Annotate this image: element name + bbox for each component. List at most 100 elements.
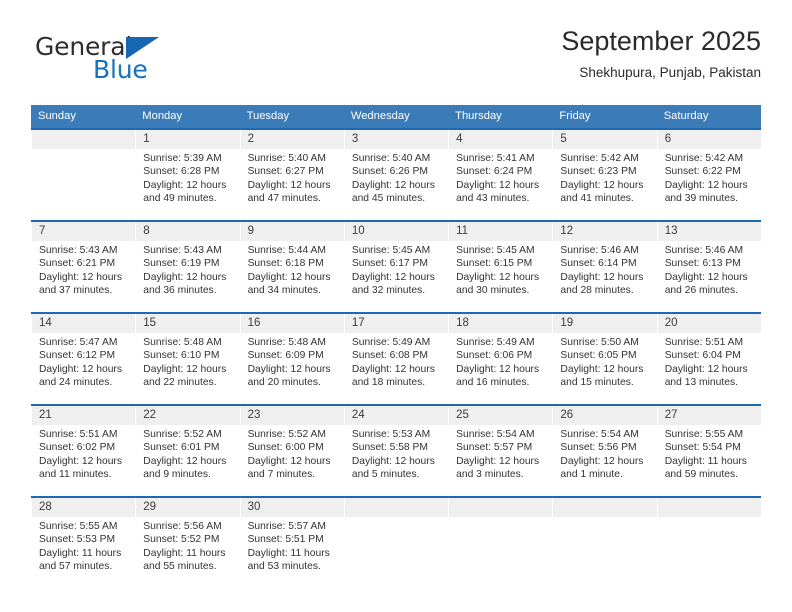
calendar-day-cell[interactable]: 10 Sunrise: 5:45 AM Sunset: 6:17 PM Dayligh… bbox=[343, 222, 449, 312]
day-cell-24[interactable]: 24 Sunrise: 5:53 AM Sunset: 5:58 PM Dayligh… bbox=[343, 406, 449, 496]
calendar-day-cell[interactable]: 2 Sunrise: 5:40 AM Sunset: 6:27 PM Daylight… bbox=[239, 130, 344, 220]
day-cell-14[interactable]: 14 Sunrise: 5:47 AM Sunset: 6:12 PM Dayligh… bbox=[31, 314, 136, 404]
day-number bbox=[553, 498, 657, 517]
calendar-day-cell[interactable]: 1 Sunrise: 5:39 AM Sunset: 6:28 PM Daylight… bbox=[135, 130, 240, 220]
calendar-day-cell[interactable]: 17 Sunrise: 5:49 AM Sunset: 6:08 PM Dayligh… bbox=[343, 314, 449, 404]
calendar-day-cell[interactable]: 9 Sunrise: 5:44 AM Sunset: 6:18 PM Daylight… bbox=[239, 222, 344, 312]
sunrise-text: Sunrise: 5:55 AM bbox=[664, 429, 744, 440]
calendar-day-cell[interactable]: 27 Sunrise: 5:55 AM Sunset: 5:54 PM Dayligh… bbox=[656, 406, 761, 496]
daylight-text-line2: and 20 minutes. bbox=[247, 377, 321, 389]
daylight-text-line1: Daylight: 11 hours bbox=[247, 547, 330, 559]
day-number: 18 bbox=[449, 314, 553, 333]
day-cell-22[interactable]: 22 Sunrise: 5:52 AM Sunset: 6:01 PM Dayligh… bbox=[135, 406, 240, 496]
calendar-week-row: 1 Sunrise: 5:39 AM Sunset: 6:28 PM Daylight… bbox=[31, 130, 761, 220]
weekday-header-friday: Friday bbox=[552, 105, 657, 128]
day-cell-25[interactable]: 25 Sunrise: 5:54 AM Sunset: 5:57 PM Dayligh… bbox=[448, 406, 553, 496]
day-cell-7[interactable]: 7 Sunrise: 5:43 AM Sunset: 6:21 PM Daylight… bbox=[31, 222, 136, 312]
day-cell-27[interactable]: 27 Sunrise: 5:55 AM Sunset: 5:54 PM Dayligh… bbox=[656, 406, 761, 496]
day-cell-18[interactable]: 18 Sunrise: 5:49 AM Sunset: 6:06 PM Dayligh… bbox=[448, 314, 553, 404]
calendar-day-cell[interactable]: 8 Sunrise: 5:43 AM Sunset: 6:19 PM Daylight… bbox=[135, 222, 240, 312]
calendar-day-cell[interactable]: 6 Sunrise: 5:42 AM Sunset: 6:22 PM Daylight… bbox=[656, 130, 761, 220]
day-cell-15[interactable]: 15 Sunrise: 5:48 AM Sunset: 6:10 PM Dayligh… bbox=[135, 314, 240, 404]
day-cell-13[interactable]: 13 Sunrise: 5:46 AM Sunset: 6:13 PM Dayligh… bbox=[656, 222, 761, 312]
day-cell-30[interactable]: 30 Sunrise: 5:57 AM Sunset: 5:51 PM Dayligh… bbox=[239, 498, 344, 588]
day-number: 1 bbox=[136, 130, 240, 149]
day-cell-28[interactable]: 28 Sunrise: 5:55 AM Sunset: 5:53 PM Dayligh… bbox=[31, 498, 136, 588]
day-cell-29[interactable]: 29 Sunrise: 5:56 AM Sunset: 5:52 PM Dayligh… bbox=[135, 498, 240, 588]
day-cell-empty bbox=[552, 498, 657, 588]
daylight-text-line1: Daylight: 12 hours bbox=[247, 363, 331, 375]
day-cell-empty bbox=[31, 130, 136, 220]
day-cell-5[interactable]: 5 Sunrise: 5:42 AM Sunset: 6:23 PM Daylight… bbox=[552, 130, 657, 220]
sunrise-text: Sunrise: 5:52 AM bbox=[247, 429, 326, 440]
sunrise-text: Sunrise: 5:48 AM bbox=[247, 337, 326, 348]
calendar-day-cell[interactable]: 19 Sunrise: 5:50 AM Sunset: 6:05 PM Dayligh… bbox=[552, 314, 657, 404]
calendar-day-cell[interactable]: 30 Sunrise: 5:57 AM Sunset: 5:51 PM Dayligh… bbox=[239, 498, 344, 588]
calendar-day-cell[interactable]: 24 Sunrise: 5:53 AM Sunset: 5:58 PM Dayligh… bbox=[343, 406, 449, 496]
calendar-day-cell[interactable] bbox=[31, 130, 136, 220]
calendar-day-cell[interactable]: 4 Sunrise: 5:41 AM Sunset: 6:24 PM Daylight… bbox=[448, 130, 553, 220]
day-number bbox=[344, 498, 449, 517]
calendar-day-cell[interactable] bbox=[656, 498, 761, 588]
day-number: 10 bbox=[344, 222, 449, 241]
calendar-day-cell[interactable] bbox=[552, 498, 657, 588]
day-number: 5 bbox=[553, 130, 657, 149]
calendar-day-cell[interactable]: 5 Sunrise: 5:42 AM Sunset: 6:23 PM Daylight… bbox=[552, 130, 657, 220]
sunset-text: Sunset: 6:14 PM bbox=[560, 258, 637, 270]
calendar-day-cell[interactable]: 13 Sunrise: 5:46 AM Sunset: 6:13 PM Dayligh… bbox=[656, 222, 761, 312]
day-cell-4[interactable]: 4 Sunrise: 5:41 AM Sunset: 6:24 PM Daylight… bbox=[448, 130, 553, 220]
day-cell-21[interactable]: 21 Sunrise: 5:51 AM Sunset: 6:02 PM Dayligh… bbox=[31, 406, 136, 496]
calendar-day-cell[interactable]: 28 Sunrise: 5:55 AM Sunset: 5:53 PM Dayligh… bbox=[31, 498, 136, 588]
day-cell-16[interactable]: 16 Sunrise: 5:48 AM Sunset: 6:09 PM Dayligh… bbox=[239, 314, 344, 404]
day-cell-9[interactable]: 9 Sunrise: 5:44 AM Sunset: 6:18 PM Daylight… bbox=[239, 222, 344, 312]
calendar-day-cell[interactable]: 22 Sunrise: 5:52 AM Sunset: 6:01 PM Dayligh… bbox=[135, 406, 240, 496]
calendar-day-cell[interactable]: 15 Sunrise: 5:48 AM Sunset: 6:10 PM Dayligh… bbox=[135, 314, 240, 404]
daylight-text-line2: and 41 minutes. bbox=[560, 193, 634, 205]
calendar-day-cell[interactable]: 21 Sunrise: 5:51 AM Sunset: 6:02 PM Dayligh… bbox=[31, 406, 136, 496]
day-cell-10[interactable]: 10 Sunrise: 5:45 AM Sunset: 6:17 PM Dayligh… bbox=[343, 222, 449, 312]
day-number: 29 bbox=[136, 498, 240, 517]
calendar-day-cell[interactable]: 7 Sunrise: 5:43 AM Sunset: 6:21 PM Daylight… bbox=[31, 222, 136, 312]
calendar-day-cell[interactable] bbox=[448, 498, 553, 588]
day-number: 16 bbox=[240, 314, 344, 333]
day-cell-12[interactable]: 12 Sunrise: 5:46 AM Sunset: 6:14 PM Dayligh… bbox=[552, 222, 657, 312]
sunset-text: Sunset: 6:09 PM bbox=[247, 350, 324, 362]
calendar-day-cell[interactable]: 29 Sunrise: 5:56 AM Sunset: 5:52 PM Dayligh… bbox=[135, 498, 240, 588]
daylight-text-line1: Daylight: 12 hours bbox=[456, 455, 540, 467]
day-cell-23[interactable]: 23 Sunrise: 5:52 AM Sunset: 6:00 PM Dayligh… bbox=[239, 406, 344, 496]
daylight-text-line2: and 5 minutes. bbox=[351, 469, 420, 481]
daylight-text-line1: Daylight: 12 hours bbox=[560, 271, 644, 283]
day-cell-1[interactable]: 1 Sunrise: 5:39 AM Sunset: 6:28 PM Daylight… bbox=[135, 130, 240, 220]
calendar-day-cell[interactable]: 14 Sunrise: 5:47 AM Sunset: 6:12 PM Dayligh… bbox=[31, 314, 136, 404]
day-cell-17[interactable]: 17 Sunrise: 5:49 AM Sunset: 6:08 PM Dayligh… bbox=[343, 314, 449, 404]
day-details: Sunrise: 5:41 AM Sunset: 6:24 PM Daylight:… bbox=[449, 149, 552, 206]
day-details: Sunrise: 5:51 AM Sunset: 6:04 PM Daylight:… bbox=[658, 333, 761, 390]
calendar-day-cell[interactable]: 25 Sunrise: 5:54 AM Sunset: 5:57 PM Dayligh… bbox=[448, 406, 553, 496]
calendar-day-cell[interactable]: 11 Sunrise: 5:45 AM Sunset: 6:15 PM Dayligh… bbox=[448, 222, 553, 312]
day-cell-20[interactable]: 20 Sunrise: 5:51 AM Sunset: 6:04 PM Dayligh… bbox=[656, 314, 761, 404]
day-details: Sunrise: 5:55 AM Sunset: 5:54 PM Daylight:… bbox=[658, 425, 761, 482]
day-number: 20 bbox=[657, 314, 761, 333]
day-cell-26[interactable]: 26 Sunrise: 5:54 AM Sunset: 5:56 PM Dayligh… bbox=[552, 406, 657, 496]
calendar-day-cell[interactable]: 16 Sunrise: 5:48 AM Sunset: 6:09 PM Dayligh… bbox=[239, 314, 344, 404]
daylight-text-line1: Daylight: 12 hours bbox=[456, 363, 540, 375]
calendar-day-cell[interactable]: 12 Sunrise: 5:46 AM Sunset: 6:14 PM Dayligh… bbox=[552, 222, 657, 312]
day-cell-8[interactable]: 8 Sunrise: 5:43 AM Sunset: 6:19 PM Daylight… bbox=[135, 222, 240, 312]
calendar-day-cell[interactable]: 18 Sunrise: 5:49 AM Sunset: 6:06 PM Dayligh… bbox=[448, 314, 553, 404]
day-number: 26 bbox=[553, 406, 657, 425]
sunrise-text: Sunrise: 5:44 AM bbox=[247, 245, 326, 256]
day-cell-6[interactable]: 6 Sunrise: 5:42 AM Sunset: 6:22 PM Daylight… bbox=[656, 130, 761, 220]
calendar-day-cell[interactable]: 3 Sunrise: 5:40 AM Sunset: 6:26 PM Daylight… bbox=[343, 130, 449, 220]
calendar-day-cell[interactable] bbox=[343, 498, 449, 588]
daylight-text-line2: and 45 minutes. bbox=[351, 193, 426, 205]
day-cell-11[interactable]: 11 Sunrise: 5:45 AM Sunset: 6:15 PM Dayligh… bbox=[448, 222, 553, 312]
day-details: Sunrise: 5:54 AM Sunset: 5:56 PM Daylight:… bbox=[553, 425, 656, 482]
calendar-day-cell[interactable]: 26 Sunrise: 5:54 AM Sunset: 5:56 PM Dayligh… bbox=[552, 406, 657, 496]
day-cell-19[interactable]: 19 Sunrise: 5:50 AM Sunset: 6:05 PM Dayligh… bbox=[552, 314, 657, 404]
day-cell-3[interactable]: 3 Sunrise: 5:40 AM Sunset: 6:26 PM Daylight… bbox=[343, 130, 449, 220]
general-blue-logo[interactable]: General Blue bbox=[31, 32, 231, 88]
day-cell-2[interactable]: 2 Sunrise: 5:40 AM Sunset: 6:27 PM Daylight… bbox=[239, 130, 344, 220]
calendar-day-cell[interactable]: 23 Sunrise: 5:52 AM Sunset: 6:00 PM Dayligh… bbox=[239, 406, 344, 496]
daylight-text-line2: and 28 minutes. bbox=[560, 285, 634, 297]
calendar-day-cell[interactable]: 20 Sunrise: 5:51 AM Sunset: 6:04 PM Dayligh… bbox=[656, 314, 761, 404]
